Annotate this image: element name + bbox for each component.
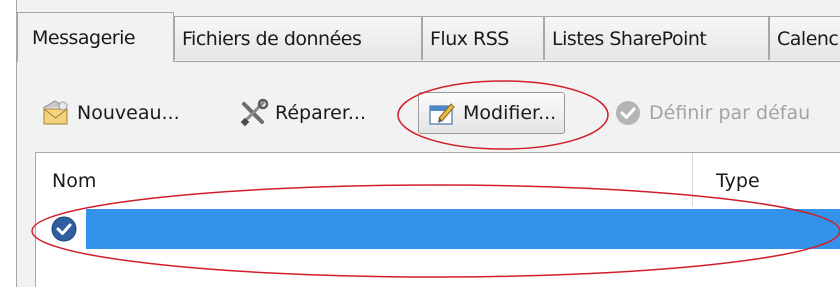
column-header-type[interactable]: Type	[716, 170, 760, 192]
set-default-check-icon	[613, 98, 643, 128]
repair-button[interactable]: Réparer...	[239, 92, 366, 134]
modify-button[interactable]: Modifier...	[418, 92, 566, 134]
repair-tools-icon	[239, 98, 269, 128]
tab-bar: Messagerie Fichiers de données Flux RSS …	[17, 12, 840, 62]
column-divider[interactable]	[692, 153, 693, 206]
table-row[interactable]	[36, 209, 840, 249]
new-account-icon	[41, 98, 71, 128]
column-header-name[interactable]: Nom	[52, 170, 96, 192]
new-button[interactable]: Nouveau...	[41, 92, 180, 134]
account-list: Nom Type	[35, 152, 840, 287]
modify-icon	[427, 98, 457, 128]
tab-messagerie[interactable]: Messagerie	[17, 12, 174, 62]
toolbar: Nouveau... Réparer... Modifier... Défini…	[17, 92, 840, 136]
set-default-button-label: Définir par défau	[649, 102, 811, 124]
set-default-button[interactable]: Définir par défau	[613, 92, 810, 134]
new-button-label: Nouveau...	[77, 102, 180, 124]
modify-button-label: Modifier...	[463, 102, 557, 124]
tab-sharepoint-lists[interactable]: Listes SharePoint	[544, 16, 769, 60]
account-settings-window: Messagerie Fichiers de données Flux RSS …	[16, 0, 840, 287]
list-header: Nom Type	[36, 153, 840, 206]
account-check-icon	[50, 215, 78, 243]
repair-button-label: Réparer...	[275, 102, 367, 124]
tab-rss-feeds[interactable]: Flux RSS	[422, 16, 544, 60]
tab-data-files[interactable]: Fichiers de données	[174, 16, 422, 60]
selected-row-highlight	[86, 209, 840, 249]
tab-calendars[interactable]: Calenc	[769, 16, 840, 60]
